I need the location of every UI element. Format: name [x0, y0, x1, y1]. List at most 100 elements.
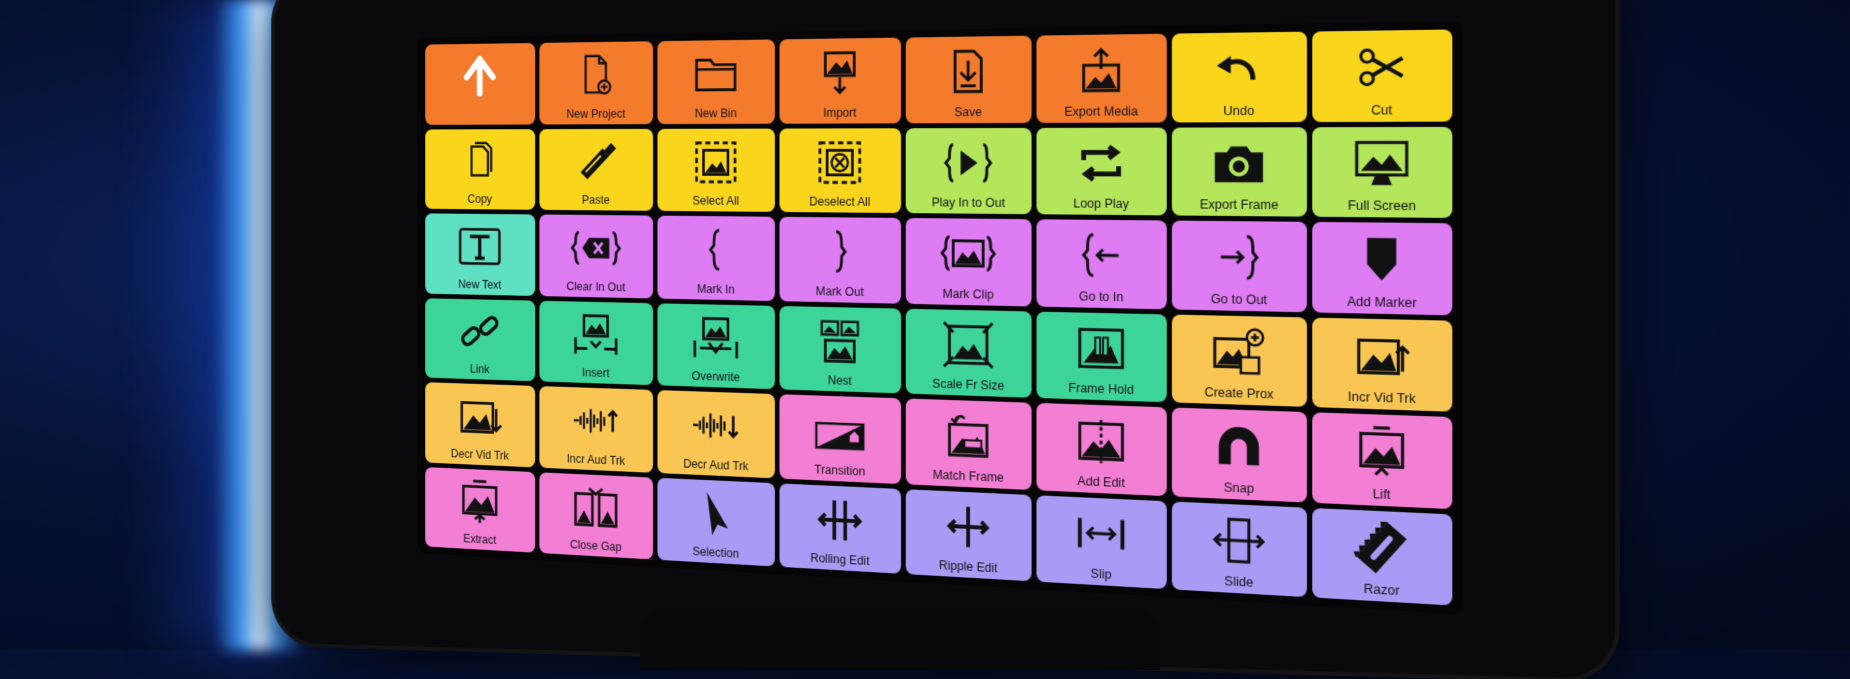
lift-icon: [1312, 419, 1452, 486]
monitor-icon: [1312, 133, 1452, 195]
new-file-icon: [539, 47, 653, 103]
tablet-stand: [640, 610, 1160, 670]
decr-audio-icon: [657, 396, 774, 457]
key-add-edit[interactable]: Add Edit: [1036, 402, 1167, 496]
extract-icon: [425, 472, 535, 532]
close-gap-icon: [539, 477, 653, 538]
key-label: Add Edit: [1077, 473, 1125, 490]
key-match-frame[interactable]: Match Frame: [905, 398, 1032, 490]
import-image-icon: [780, 44, 902, 102]
key-decr-aud-trk[interactable]: Decr Aud Trk: [657, 390, 775, 478]
key-overwrite[interactable]: Overwrite: [657, 302, 775, 390]
key-label: Ripple Edit: [939, 558, 998, 576]
ripple-edit-icon: [906, 495, 1032, 560]
key-new-text[interactable]: New Text: [425, 213, 536, 296]
key-copy[interactable]: Copy: [425, 128, 536, 210]
key-grid: New Project New Bin Import Save Export M…: [425, 29, 1453, 606]
key-ripple-edit[interactable]: Ripple Edit: [905, 488, 1032, 582]
rolling-edit-icon: [780, 489, 902, 552]
key-extract[interactable]: Extract: [425, 466, 536, 553]
key-label: Copy: [467, 192, 493, 206]
export-image-icon: [1036, 40, 1166, 101]
key-export-frame[interactable]: Export Frame: [1171, 126, 1307, 217]
key-label: Overwrite: [691, 369, 740, 385]
key-cut[interactable]: Cut: [1312, 29, 1453, 122]
key-label: Save: [954, 104, 982, 119]
key-label: Clear In Out: [566, 279, 626, 294]
key-new-bin[interactable]: New Bin: [657, 39, 775, 124]
key-mark-clip[interactable]: Mark Clip: [905, 218, 1032, 306]
key-full-screen[interactable]: Full Screen: [1312, 126, 1453, 218]
key-label: Match Frame: [932, 467, 1004, 485]
key-razor[interactable]: Razor: [1312, 507, 1453, 606]
key-go-to-in[interactable]: Go to In: [1036, 219, 1167, 309]
key-scale-fr-size[interactable]: Scale Fr Size: [905, 308, 1032, 398]
deselect-all-icon: [780, 134, 902, 192]
key-loop-play[interactable]: Loop Play: [1036, 127, 1167, 216]
key-deselect-all[interactable]: Deselect All: [779, 127, 902, 214]
transition-icon: [780, 400, 902, 462]
key-decr-vid-trk[interactable]: Decr Vid Trk: [425, 382, 536, 467]
camera-icon: [1172, 133, 1307, 194]
key-label: Full Screen: [1347, 198, 1416, 214]
key-label: Export Media: [1064, 103, 1139, 119]
key-transition[interactable]: Transition: [779, 394, 902, 484]
insert-icon: [539, 306, 653, 364]
key-label: Incr Vid Trk: [1347, 389, 1416, 407]
key-incr-aud-trk[interactable]: Incr Aud Trk: [539, 386, 654, 473]
marker-icon: [1312, 228, 1452, 291]
key-mark-out[interactable]: Mark Out: [779, 216, 902, 304]
key-clear-in-out[interactable]: Clear In Out: [539, 214, 654, 298]
key-paste[interactable]: Paste: [539, 128, 654, 211]
key-label: Slip: [1090, 566, 1112, 582]
key-snap[interactable]: Snap: [1171, 407, 1307, 503]
key-rolling-edit[interactable]: Rolling Edit: [779, 482, 902, 574]
key-label: Create Prox: [1204, 385, 1274, 402]
key-slide[interactable]: Slide: [1171, 501, 1307, 598]
mark-out-icon: [780, 223, 902, 282]
add-edit-icon: [1036, 409, 1166, 473]
key-label: New Bin: [694, 106, 737, 120]
key-label: Decr Vid Trk: [450, 446, 509, 463]
key-select-all[interactable]: Select All: [657, 128, 775, 212]
go-to-out-icon: [1172, 227, 1307, 289]
key-nest[interactable]: Nest: [779, 305, 902, 394]
key-add-marker[interactable]: Add Marker: [1312, 221, 1453, 315]
key-close-gap[interactable]: Close Gap: [539, 471, 654, 560]
key-play-in-to-out[interactable]: Play In to Out: [905, 127, 1032, 215]
key-mark-in[interactable]: Mark In: [657, 215, 775, 301]
key-import[interactable]: Import: [779, 37, 902, 124]
key-label: Link: [470, 362, 490, 377]
play-in-out-icon: [906, 133, 1032, 192]
key-go-to-out[interactable]: Go to Out: [1171, 220, 1307, 312]
key-up[interactable]: [425, 42, 536, 125]
key-insert[interactable]: Insert: [539, 300, 654, 386]
key-selection[interactable]: Selection: [657, 477, 775, 567]
key-create-prox[interactable]: Create Prox: [1171, 314, 1307, 407]
loop-icon: [1036, 133, 1166, 193]
key-label: Decr Aud Trk: [683, 456, 749, 473]
key-frame-hold[interactable]: Frame Hold: [1036, 311, 1167, 403]
key-export-media[interactable]: Export Media: [1036, 33, 1167, 123]
key-save[interactable]: Save: [905, 35, 1032, 123]
key-label: Export Frame: [1199, 197, 1279, 213]
key-label: Paste: [581, 193, 610, 207]
pointer-icon: [657, 483, 774, 545]
key-label: Mark Out: [815, 283, 864, 299]
frame-hold-icon: [1036, 317, 1166, 380]
key-new-project[interactable]: New Project: [539, 41, 654, 125]
key-link[interactable]: Link: [425, 297, 536, 382]
key-lift[interactable]: Lift: [1312, 412, 1453, 509]
key-incr-vid-trk[interactable]: Incr Vid Trk: [1312, 317, 1453, 412]
key-label: Play In to Out: [931, 195, 1005, 210]
key-label: Snap: [1223, 479, 1255, 496]
key-label: Close Gap: [570, 537, 622, 554]
key-label: New Project: [566, 106, 626, 121]
go-to-in-icon: [1036, 225, 1166, 286]
key-slip[interactable]: Slip: [1036, 494, 1167, 590]
key-label: Loop Play: [1073, 196, 1130, 212]
key-undo[interactable]: Undo: [1171, 31, 1307, 122]
clear-in-out-icon: [539, 220, 653, 277]
key-label: New Text: [458, 277, 502, 292]
key-label: Selection: [692, 544, 740, 561]
